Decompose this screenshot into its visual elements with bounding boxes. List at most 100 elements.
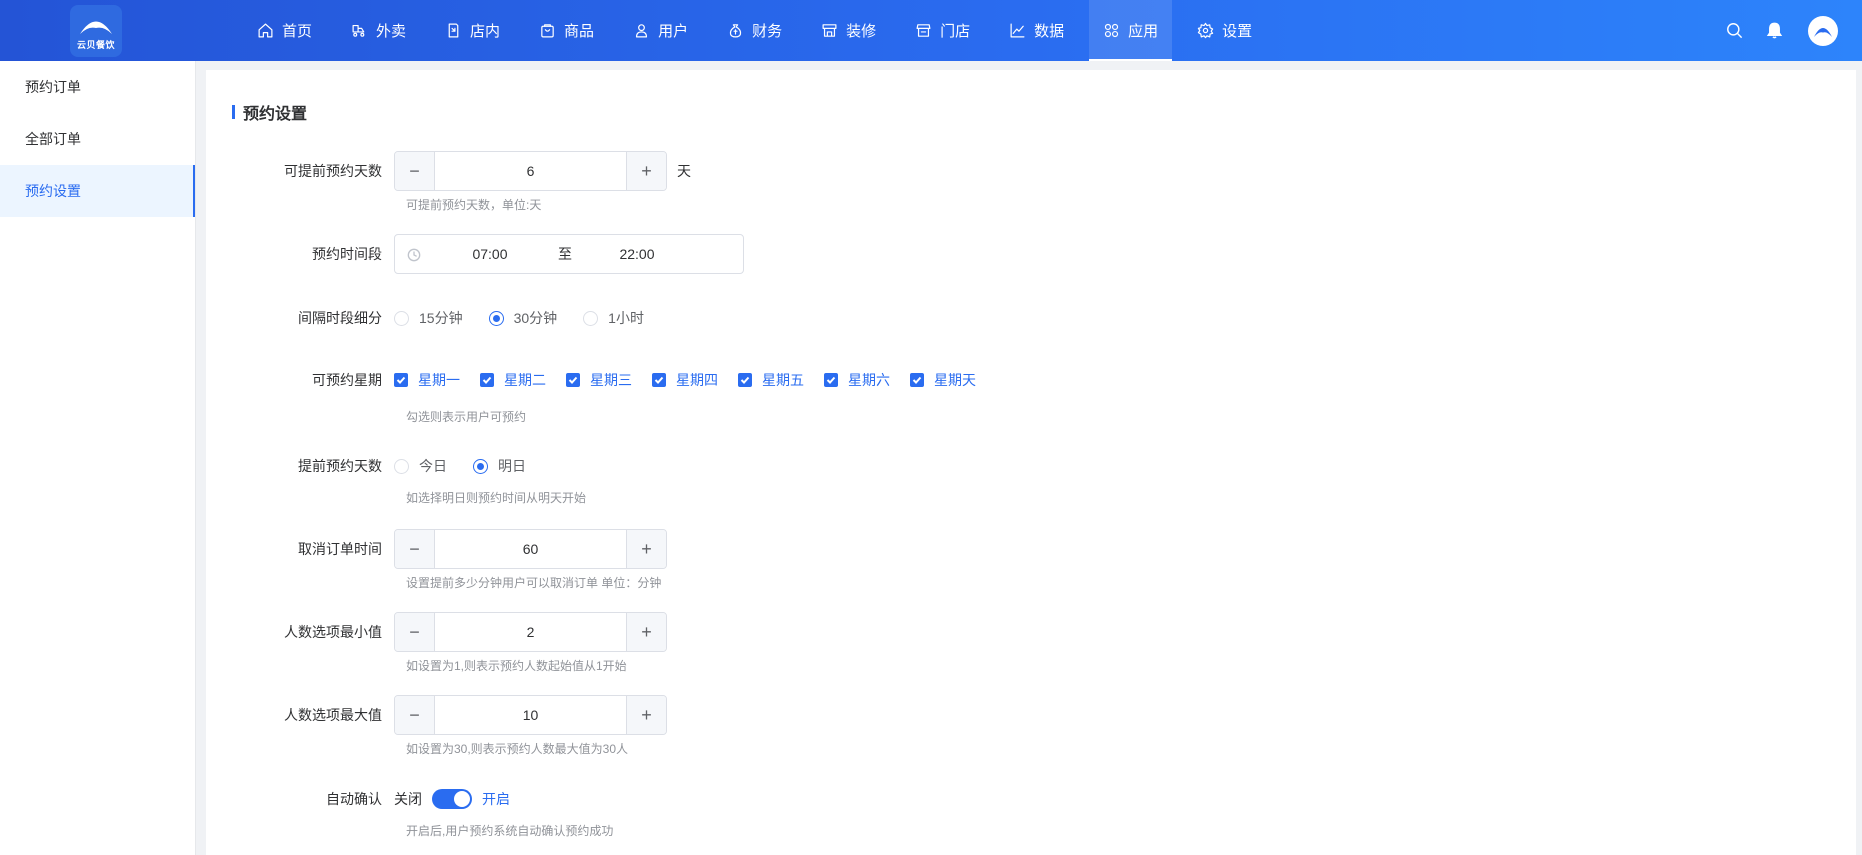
section-title: 预约设置 [232,100,307,124]
weekdays-help: 勾选则表示用户可预约 [406,410,527,424]
radio-circle [473,458,488,474]
nav-item-delivery[interactable]: 外卖 [337,0,420,61]
home-icon [258,23,273,38]
start-day-row: 提前预约天数 今日 明日 [206,453,552,479]
time-range-picker[interactable]: 至 [394,234,744,274]
nav-item-label: 外卖 [376,23,407,40]
radio-label: 30分钟 [513,310,558,326]
sidebar-item-reservation-orders[interactable]: 预约订单 [0,61,195,113]
checkbox-label: 星期一 [418,372,460,388]
advance-days-help: 可提前预约天数，单位:天 [406,198,542,212]
nav-item-label: 数据 [1034,23,1065,40]
increment-button[interactable]: + [626,152,666,190]
brand-logo[interactable]: 云贝餐饮 [70,5,122,57]
radio-circle [488,310,504,326]
clock-icon [407,248,421,262]
max-people-stepper: − + [394,695,667,735]
nav-item-branches[interactable]: 门店 [901,0,984,61]
weekday-checkbox-thu[interactable]: 星期四 [652,370,718,390]
increment-button[interactable]: + [626,696,666,734]
weekday-checkbox-sun[interactable]: 星期天 [910,370,976,390]
advance-days-unit: 天 [677,163,691,179]
weekday-checkbox-wed[interactable]: 星期三 [566,370,632,390]
nav-item-in-store[interactable]: 店内 [431,0,514,61]
advance-days-label: 可提前预约天数 [284,163,382,179]
weekday-checkbox-tue[interactable]: 星期二 [480,370,546,390]
cancel-time-stepper: − + [394,529,667,569]
weekday-checkbox-mon[interactable]: 星期一 [394,370,460,390]
nav-item-label: 店内 [470,23,501,40]
nav-item-label: 应用 [1128,23,1159,40]
auto-confirm-row: 自动确认 关闭 开启 [206,786,510,812]
nav-item-label: 用户 [658,23,689,40]
radio-label: 15分钟 [419,310,463,326]
advance-days-row: 可提前预约天数 − + 天 [206,151,691,191]
nav-item-settings[interactable]: 设置 [1183,0,1266,61]
switch-off-text[interactable]: 关闭 [394,789,422,809]
min-people-row: 人数选项最小值 − + [206,612,667,652]
auto-confirm-toggle[interactable] [432,789,472,809]
radio-circle [394,310,409,326]
start-time-input[interactable] [440,246,540,262]
min-people-help: 如设置为1,则表示预约人数起始值从1开始 [406,659,627,673]
increment-button[interactable]: + [626,613,666,651]
logo-icon [80,21,112,34]
time-range-label: 预约时间段 [312,246,382,262]
weekday-checkbox-fri[interactable]: 星期五 [738,370,804,390]
min-people-input[interactable] [435,613,626,651]
nav-item-label: 商品 [564,23,595,40]
interval-row: 间隔时段细分 15分钟 30分钟 1小时 [206,305,670,331]
max-people-help: 如设置为30,则表示预约人数最大值为30人 [406,742,629,756]
check-icon [394,373,408,387]
gear-icon [1197,22,1214,39]
bell-icon [1766,22,1782,39]
weekday-checkbox-sat[interactable]: 星期六 [824,370,890,390]
decrement-button[interactable]: − [395,152,435,190]
interval-radio-30min[interactable]: 30分钟 [488,308,558,328]
chart-icon [1010,23,1025,38]
nav-item-home[interactable]: 首页 [243,0,326,61]
end-time-input[interactable] [587,246,687,262]
max-people-input[interactable] [435,696,626,734]
start-day-radio-today[interactable]: 今日 [394,456,447,476]
increment-button[interactable]: + [626,530,666,568]
switch-on-text[interactable]: 开启 [482,789,510,809]
settings-panel: 预约设置 可提前预约天数 − + 天 可提前预约天数，单位:天 预约时间段 至 … [206,70,1856,855]
nav-item-data[interactable]: 数据 [995,0,1078,61]
auto-confirm-help: 开启后,用户预约系统自动确认预约成功 [406,824,614,838]
nav-item-apps[interactable]: 应用 [1089,0,1173,61]
main-nav: 首页 外卖 店内 商品 用户 财务 装修 门店 数据 应用 设置 [243,0,1277,61]
cancel-time-label: 取消订单时间 [298,541,382,557]
notification-button[interactable] [1754,11,1794,51]
nav-item-goods[interactable]: 商品 [525,0,608,61]
interval-radio-1hour[interactable]: 1小时 [583,308,644,328]
top-navbar: 云贝餐饮 首页 外卖 店内 商品 用户 财务 装修 门店 数据 应用 设置 [0,0,1862,61]
decrement-button[interactable]: − [395,613,435,651]
max-people-row: 人数选项最大值 − + [206,695,667,735]
nav-item-decoration[interactable]: 装修 [807,0,890,61]
advance-days-input[interactable] [435,152,626,190]
delivery-icon [352,24,365,37]
checkbox-label: 星期六 [848,372,890,388]
cancel-time-input[interactable] [435,530,626,568]
nav-item-label: 装修 [846,23,877,40]
interval-radio-15min[interactable]: 15分钟 [394,308,463,328]
sidebar-item-reservation-settings[interactable]: 预约设置 [0,165,195,217]
decrement-button[interactable]: − [395,530,435,568]
advance-days-stepper: − + [394,151,667,191]
radio-label: 今日 [419,458,447,474]
nav-item-users[interactable]: 用户 [619,0,702,61]
search-button[interactable] [1714,11,1754,51]
nav-item-finance[interactable]: 财务 [713,0,796,61]
search-icon [1726,23,1742,39]
check-icon [652,373,666,387]
goods-icon [541,24,554,38]
user-avatar[interactable] [1808,15,1838,46]
start-day-help: 如选择明日则预约时间从明天开始 [406,491,587,505]
decrement-button[interactable]: − [395,696,435,734]
radio-label: 1小时 [608,310,644,326]
sidebar-item-all-orders[interactable]: 全部订单 [0,113,195,165]
start-day-radio-tomorrow[interactable]: 明日 [473,456,526,476]
start-day-label: 提前预约天数 [298,458,382,474]
cancel-time-row: 取消订单时间 − + [206,529,667,569]
